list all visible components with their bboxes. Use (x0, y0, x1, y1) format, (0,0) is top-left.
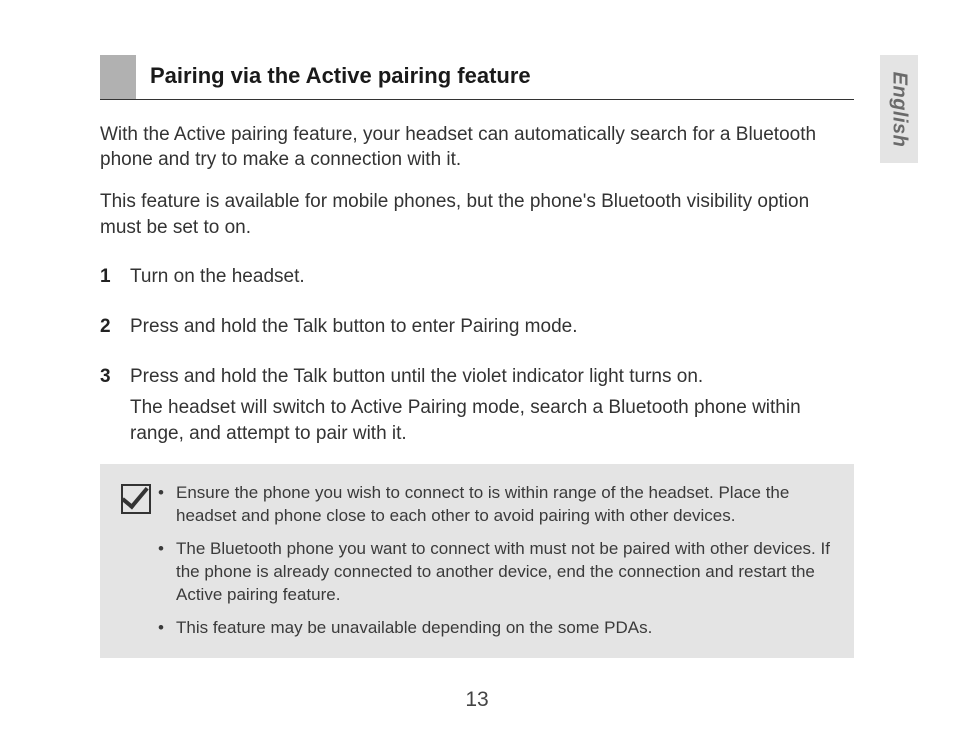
heading-accent-block (100, 55, 136, 99)
section-heading-row: Pairing via the Active pairing feature (100, 55, 854, 100)
page-number: 13 (0, 686, 954, 714)
step-item: 3 Press and hold the Talk button until t… (100, 364, 854, 447)
checkmark-icon (121, 484, 151, 514)
language-tab-label: English (886, 71, 913, 147)
note-item: • This feature may be unavailable depend… (158, 617, 836, 640)
bullet-icon: • (158, 538, 176, 607)
bullet-icon: • (158, 482, 176, 528)
step-text: Press and hold the Talk button to enter … (130, 314, 854, 340)
language-tab: English (880, 55, 918, 163)
step-text: Press and hold the Talk button until the… (130, 364, 854, 390)
bullet-icon: • (158, 617, 176, 640)
note-text: This feature may be unavailable dependin… (176, 617, 836, 640)
note-box: • Ensure the phone you wish to connect t… (100, 464, 854, 658)
note-item: • Ensure the phone you wish to connect t… (158, 482, 836, 528)
step-item: 2 Press and hold the Talk button to ente… (100, 314, 854, 346)
note-icon-wrap (114, 482, 158, 640)
note-item: • The Bluetooth phone you want to connec… (158, 538, 836, 607)
steps-list: 1 Turn on the headset. 2 Press and hold … (100, 264, 854, 446)
step-text: Turn on the headset. (130, 264, 854, 290)
intro-paragraph: With the Active pairing feature, your he… (100, 122, 854, 173)
intro-paragraph: This feature is available for mobile pho… (100, 189, 854, 240)
note-text: The Bluetooth phone you want to connect … (176, 538, 836, 607)
step-number: 2 (100, 314, 130, 346)
step-secondary-text: The headset will switch to Active Pairin… (130, 395, 854, 446)
note-text: Ensure the phone you wish to connect to … (176, 482, 836, 528)
section-heading: Pairing via the Active pairing feature (150, 55, 531, 99)
step-number: 1 (100, 264, 130, 296)
step-number: 3 (100, 364, 130, 447)
note-list: • Ensure the phone you wish to connect t… (158, 482, 836, 640)
step-item: 1 Turn on the headset. (100, 264, 854, 296)
